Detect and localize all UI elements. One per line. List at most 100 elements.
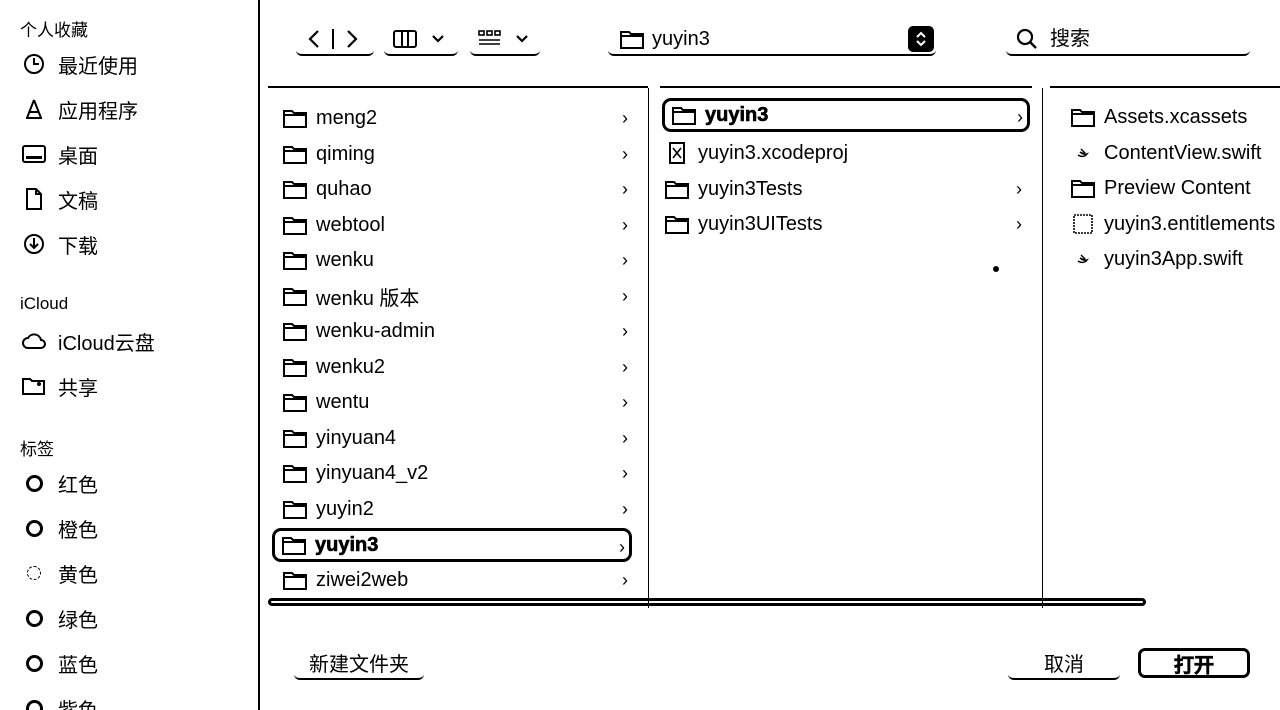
list-item[interactable]: wenku-admin › — [268, 315, 648, 347]
view-mode-button[interactable] — [384, 24, 458, 56]
xcodeproj-icon — [664, 141, 690, 165]
item-label: wenku — [316, 248, 374, 271]
forward-button[interactable] — [334, 24, 370, 54]
list-item[interactable]: yuyin3.entitlements — [1044, 208, 1280, 240]
sidebar-item-label: 桌面 — [58, 145, 98, 168]
list-item[interactable]: ziwei2web › — [268, 564, 648, 596]
chevron-right-icon: › — [622, 357, 628, 377]
chevron-right-icon: › — [1016, 179, 1022, 199]
folder-icon — [1070, 176, 1096, 200]
list-item[interactable]: qiming › — [268, 138, 648, 170]
folder-icon — [282, 568, 308, 592]
chevron-right-icon: › — [622, 179, 628, 199]
item-label: Assets.xcassets — [1104, 105, 1248, 128]
back-button[interactable] — [296, 24, 332, 54]
item-label: quhao — [316, 177, 372, 200]
list-item[interactable]: Assets.xcassets — [1044, 101, 1280, 133]
list-item[interactable]: yinyuan4 › — [268, 422, 648, 454]
chevron-right-icon: › — [622, 392, 628, 412]
folder-icon — [282, 284, 308, 308]
folder-icon — [282, 213, 308, 237]
folder-icon — [282, 177, 308, 201]
group-button[interactable] — [470, 24, 540, 56]
horizontal-scrollbar[interactable] — [268, 598, 1146, 606]
search-field[interactable] — [1006, 24, 1250, 56]
download-icon — [20, 230, 48, 258]
list-item[interactable]: yuyin3UITests › — [650, 208, 1042, 240]
search-input[interactable] — [1048, 26, 1232, 52]
item-label: yuyin2 — [316, 497, 374, 520]
item-label: meng2 — [316, 106, 378, 129]
sidebar-item-label: iCloud云盘 — [58, 332, 155, 355]
new-folder-button[interactable]: 新建文件夹 — [294, 646, 424, 680]
chevron-right-icon: › — [622, 250, 628, 270]
list-item[interactable]: yuyin3App.swift — [1044, 243, 1280, 275]
list-item[interactable]: wenku2 › — [268, 351, 648, 383]
sidebar-item-downloads[interactable]: 下载 — [20, 228, 98, 260]
sidebar-item-desktop[interactable]: 桌面 — [20, 138, 98, 170]
list-item[interactable]: meng2 › — [268, 102, 648, 134]
folder-icon — [282, 319, 308, 343]
desktop-icon — [20, 140, 48, 168]
chevron-right-icon: › — [619, 537, 625, 557]
path-popup[interactable]: yuyin3 — [608, 24, 936, 56]
chevron-right-icon: › — [1017, 107, 1023, 127]
sidebar-item-tag-green[interactable]: 绿色 — [20, 602, 98, 634]
list-item[interactable]: quhao › — [268, 173, 648, 205]
item-label: wenku-admin — [316, 319, 435, 342]
sidebar-item-tag-purple[interactable]: 紫色 — [20, 692, 98, 710]
sidebar-item-recents[interactable]: 最近使用 — [20, 48, 138, 80]
list-item[interactable]: yuyin2 › — [268, 493, 648, 525]
up-down-stepper-icon — [908, 26, 934, 52]
sidebar-item-applications[interactable]: 应用程序 — [20, 93, 138, 125]
folder-icon — [282, 142, 308, 166]
sidebar-item-icloud-drive[interactable]: iCloud云盘 — [20, 325, 155, 357]
sidebar-item-tag-orange[interactable]: 橙色 — [20, 512, 98, 544]
entitlements-file-icon — [1070, 212, 1096, 236]
list-item[interactable]: wentu › — [268, 386, 648, 418]
nav-buttons — [296, 24, 374, 56]
folder-icon — [664, 177, 690, 201]
item-label: yinyuan4_v2 — [316, 461, 429, 484]
open-button[interactable]: 打开 — [1138, 648, 1250, 678]
item-label: yuyin3.xcodeproj — [698, 141, 849, 164]
browser-column-1: meng2 › qiming › quhao › webtool › wenku… — [268, 88, 649, 608]
cancel-button[interactable]: 取消 — [1008, 646, 1120, 680]
folder-icon — [282, 497, 308, 521]
sidebar-item-tag-red[interactable]: 红色 — [20, 467, 98, 499]
list-item[interactable]: ContentView.swift — [1044, 137, 1280, 169]
chevron-right-icon: › — [622, 463, 628, 483]
folder-icon — [620, 29, 644, 49]
chevron-right-icon: › — [622, 286, 628, 306]
list-item[interactable]: yuyin3.xcodeproj — [650, 137, 1042, 169]
sidebar-item-tag-blue[interactable]: 蓝色 — [20, 647, 98, 679]
icloud-heading: iCloud — [20, 294, 69, 313]
sidebar: 个人收藏 最近使用 应用程序 桌面 文稿 下载 iCloud iCloud云盘 … — [0, 0, 260, 710]
sidebar-item-label: 黄色 — [58, 564, 98, 587]
list-item[interactable]: wenku › — [268, 244, 648, 276]
item-label: yinyuan4 — [316, 426, 397, 449]
tag-dot-icon — [20, 694, 48, 710]
item-label: yuyin3.entitlements — [1104, 212, 1276, 235]
sidebar-item-shared[interactable]: 共享 — [20, 370, 98, 402]
chevron-right-icon: › — [1016, 214, 1022, 234]
list-item[interactable]: yuyin3Tests › — [650, 173, 1042, 205]
list-item-selected[interactable]: yuyin3 › — [662, 98, 1030, 132]
sidebar-item-tag-yellow[interactable]: 黄色 — [20, 557, 98, 589]
list-item[interactable]: wenku 版本 › — [268, 280, 648, 312]
column-view-icon — [384, 24, 426, 54]
sidebar-item-documents[interactable]: 文稿 — [20, 183, 98, 215]
list-item-selected[interactable]: yuyin3 › — [272, 528, 632, 562]
chevron-right-icon — [347, 30, 358, 48]
tag-dot-icon — [20, 559, 48, 587]
item-label: yuyin3 — [705, 103, 769, 126]
cloud-icon — [20, 327, 48, 355]
chevron-left-icon — [308, 30, 319, 48]
toolbar: yuyin3 — [260, 0, 1280, 84]
list-item[interactable]: webtool › — [268, 209, 648, 241]
list-item[interactable]: yinyuan4_v2 › — [268, 457, 648, 489]
tags-heading: 标签 — [20, 440, 54, 459]
list-item[interactable]: Preview Content — [1044, 172, 1280, 204]
item-label: webtool — [316, 213, 385, 236]
sidebar-item-label: 紫色 — [58, 694, 98, 710]
